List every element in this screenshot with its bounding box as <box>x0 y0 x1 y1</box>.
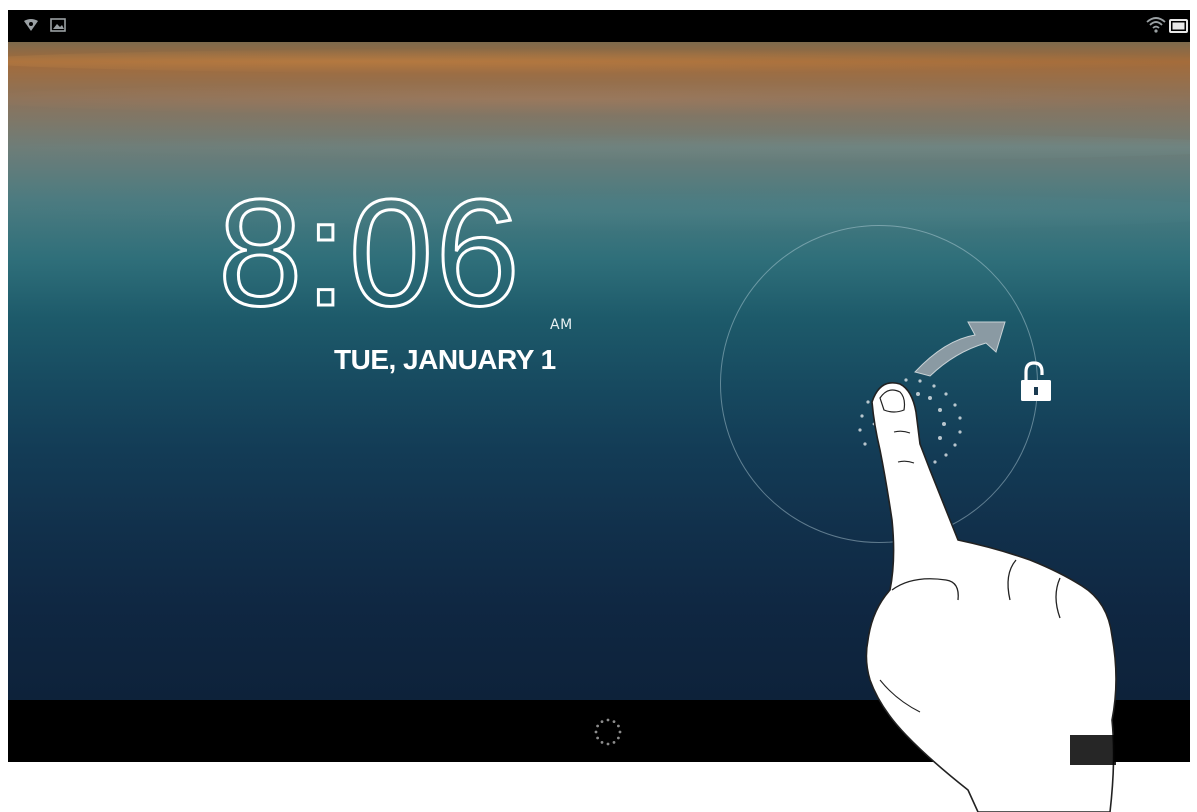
clock-ampm: AM <box>550 317 573 333</box>
navigation-bar <box>8 700 1190 762</box>
lock-screen-date: TUE, JANUARY 1 <box>334 344 556 375</box>
clock-time: 8:06 <box>216 170 556 330</box>
page: 8:06 AM TUE, JANUARY 1 <box>0 0 1197 812</box>
svg-text:8:06: 8:06 <box>218 170 522 330</box>
loading-spinner-icon[interactable] <box>593 717 623 747</box>
unlock-target[interactable] <box>1012 356 1060 408</box>
battery-icon <box>1169 19 1188 33</box>
wifi-icon <box>1146 17 1166 33</box>
notification-icon <box>24 19 38 31</box>
unlock-ring[interactable] <box>720 225 1038 543</box>
status-bar <box>8 10 1190 42</box>
picture-icon <box>50 18 66 32</box>
